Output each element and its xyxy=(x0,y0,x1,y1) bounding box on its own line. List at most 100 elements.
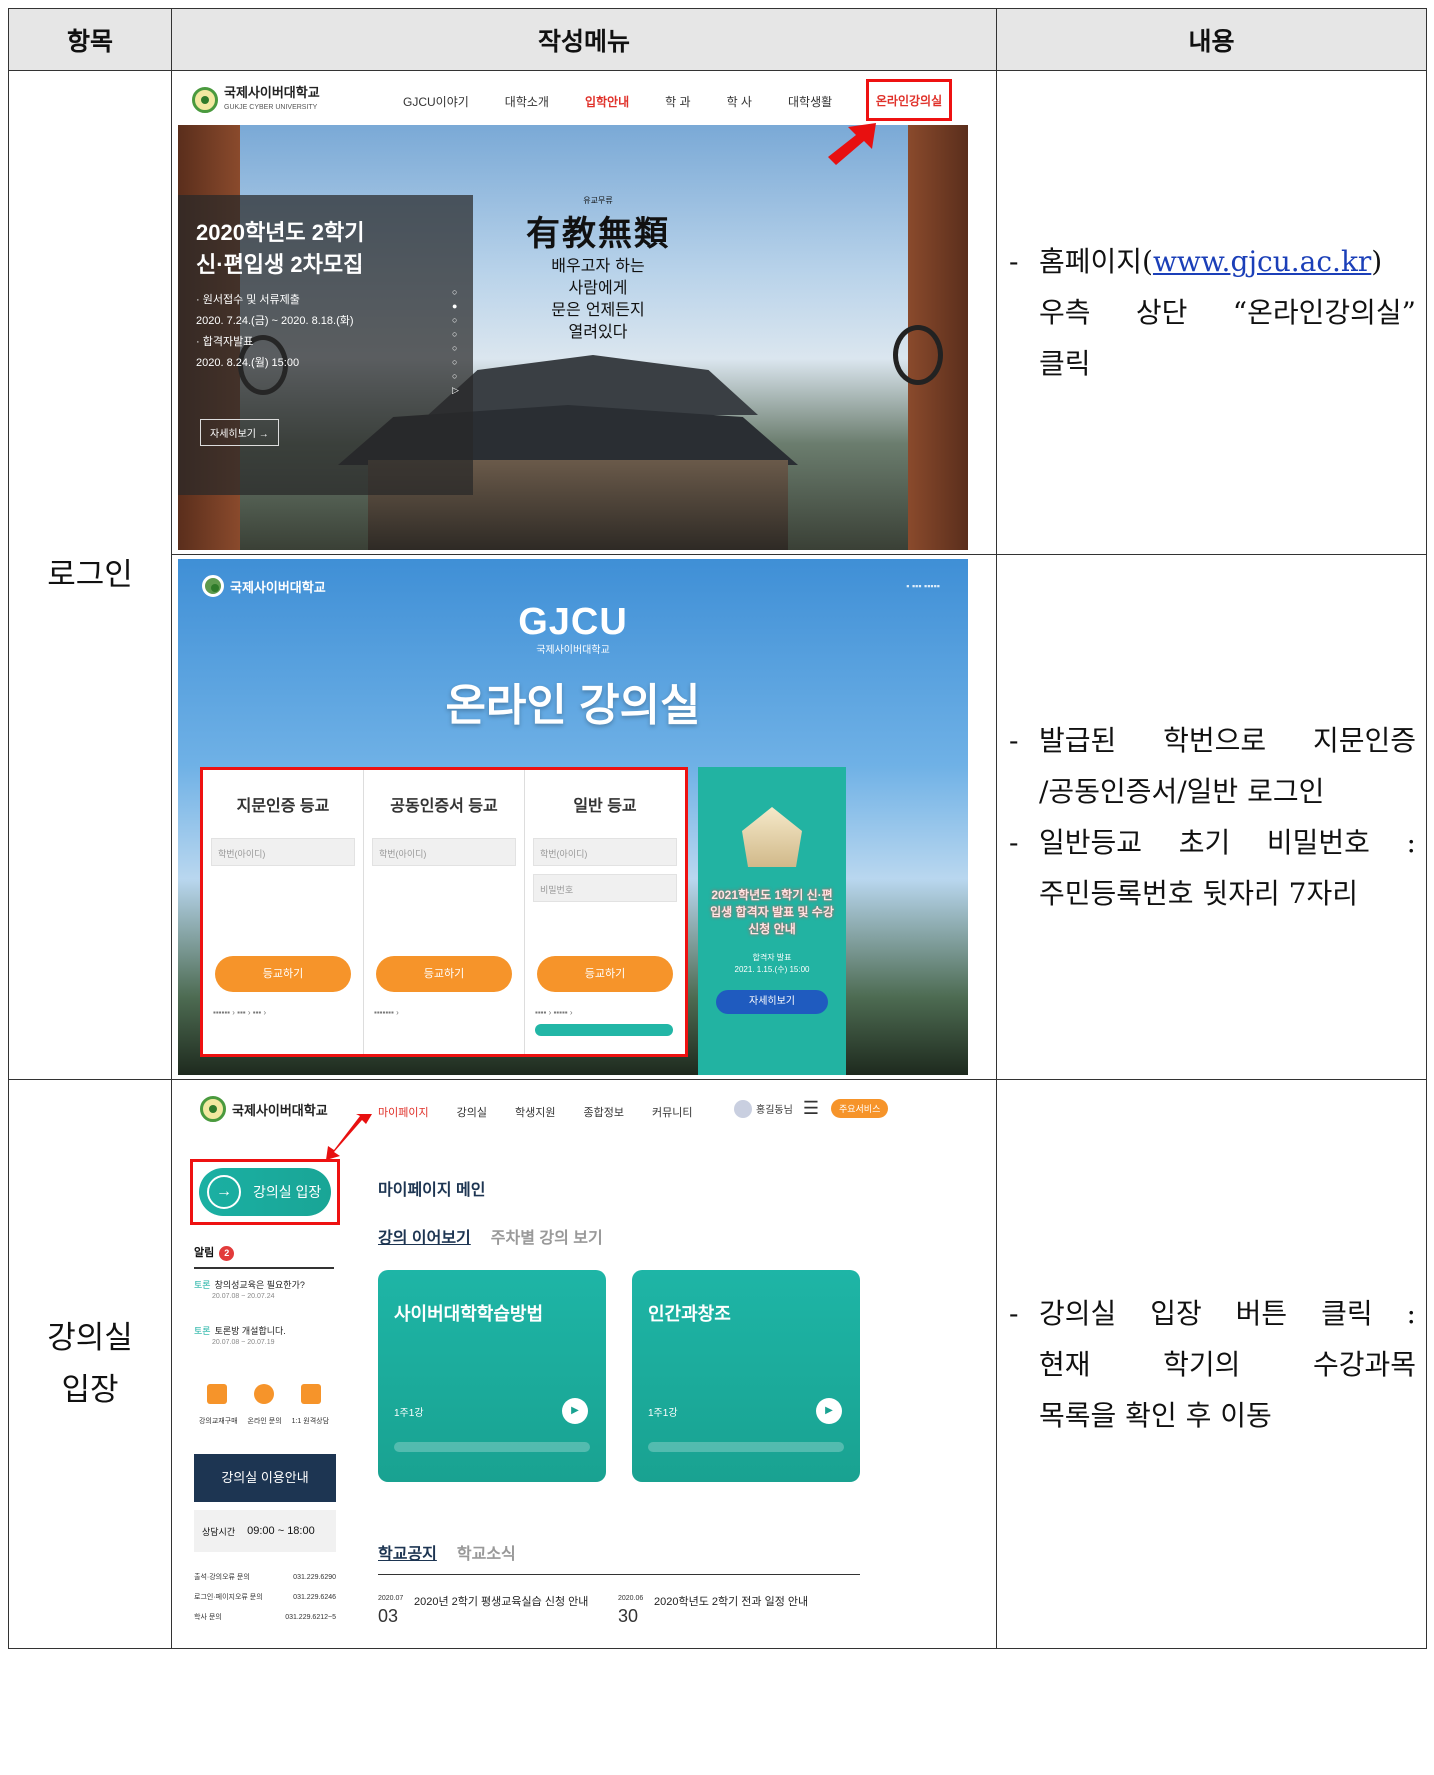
arrow-right-icon: → xyxy=(207,1175,241,1209)
course-name: 인간과창조 xyxy=(648,1304,731,1324)
building-icon xyxy=(742,807,802,867)
id-input[interactable]: 학번(아이디) xyxy=(533,838,677,866)
course-card[interactable]: 사이버대학학습방법 1주1강 ▶ xyxy=(378,1270,606,1482)
seal-icon xyxy=(202,575,224,597)
menu-item[interactable]: 강의실 xyxy=(457,1104,487,1120)
desc-line: 발급된 학번으로 지문인증 xyxy=(1039,724,1416,757)
document: 항목 작성메뉴 내용 로그인 국제사이버대학교 GUKJE CYBER UNIVE… xyxy=(8,8,1427,1775)
seal-icon xyxy=(200,1096,226,1122)
desc-line: /공동인증서/일반 로그인 xyxy=(1039,775,1325,808)
login-button[interactable]: 등교하기 xyxy=(376,956,512,992)
login-button[interactable]: 등교하기 xyxy=(215,956,351,992)
menu-item[interactable]: 학생지원 xyxy=(515,1104,555,1120)
admission-banner: 2020학년도 2학기 신·편입생 2차모집 · 원서접수 및 서류제출 202… xyxy=(178,195,473,495)
notice-tabs: 학교공지 학교소식 xyxy=(378,1540,860,1575)
calligraphy: 유교무류 有教無類 배우고자 하는 사람에게 문은 언제든지 열려있다 xyxy=(518,195,678,343)
category-login: 로그인 xyxy=(8,70,172,1080)
menu-item[interactable]: 입학안내 xyxy=(585,93,629,110)
red-arrow-icon xyxy=(326,1114,372,1160)
callig-line: 열려있다 xyxy=(568,322,628,341)
avatar[interactable] xyxy=(734,1099,752,1118)
login-box: 지문인증 등교 학번(아이디) 등교하기 ▪▪▪▪▪▪ › ▪▪▪ › ▪▪▪ … xyxy=(200,767,688,1057)
notification-item[interactable]: 토론 창의성교육은 필요한가? 20.07.08 ~ 20.07.24 xyxy=(194,1280,334,1302)
book-icon[interactable] xyxy=(207,1384,228,1404)
header-links[interactable]: ▪ ▪▪▪ ▪▪▪▪▪ xyxy=(906,581,940,591)
promo-banner[interactable]: 2021학년도 1학기 신·편입생 합격자 발표 및 수강신청 안내 합격자 발… xyxy=(698,767,846,1075)
progress-bar xyxy=(648,1442,844,1452)
menu-item[interactable]: 학 과 xyxy=(665,93,690,110)
guide-table: 항목 작성메뉴 내용 로그인 국제사이버대학교 GUKJE CYBER UNIVE… xyxy=(8,8,1427,1649)
main-menu: GJCU이야기 대학소개 입학안내 학 과 학 사 대학생활 xyxy=(403,93,868,110)
classroom-guide-button[interactable]: 강의실 이용안내 xyxy=(194,1454,336,1502)
main-menu: 마이페이지 강의실 학생지원 종합정보 커뮤니티 xyxy=(378,1104,720,1120)
user-name[interactable]: 홍길동님 xyxy=(756,1101,793,1116)
login-button[interactable]: 등교하기 xyxy=(537,956,673,992)
more-button[interactable]: 자세히보기 → xyxy=(200,419,279,446)
tab-school-news[interactable]: 학교소식 xyxy=(457,1540,516,1564)
course-week: 1주1강 xyxy=(648,1408,678,1419)
login-row-2: 국제사이버대학교 ▪ ▪▪▪ ▪▪▪▪▪ GJCU 국제사이버대학교 온라인 강… xyxy=(9,554,1427,1080)
banner-line: 2020. 7.24.(금) ~ 2020. 8.18.(화) xyxy=(196,315,354,327)
menu-item[interactable]: 대학생활 xyxy=(788,93,832,110)
tab-weekly[interactable]: 주차별 강의 보기 xyxy=(491,1224,603,1248)
menu-item[interactable]: GJCU이야기 xyxy=(403,93,469,110)
quick-icons xyxy=(194,1384,334,1404)
classroom-row: 강의실 입장 국제사이버대학교 마이페이지 강의실 학생지원 종합정보 커뮤니티 xyxy=(8,1079,1427,1649)
content-cell-classroom: - 강의실 입장 버튼 클릭 : 현재 학기의 수강과목 목록을 확인 후 이동 xyxy=(996,1079,1427,1649)
certificate-login: 공동인증서 등교 학번(아이디) 등교하기 ▪▪▪▪▪▪▪ › xyxy=(364,770,525,1054)
header-menu: 작성메뉴 xyxy=(171,8,997,71)
login-row-1: 로그인 국제사이버대학교 GUKJE CYBER UNIVERSITY GJCU… xyxy=(8,70,1427,1080)
teal-button[interactable] xyxy=(535,1024,673,1036)
id-input[interactable]: 학번(아이디) xyxy=(372,838,516,866)
news-item[interactable]: 2020.07 03 2020년 2학기 평생교육실습 신청 안내 xyxy=(378,1594,604,1628)
menu-item[interactable]: 커뮤니티 xyxy=(652,1104,692,1120)
contacts: 출석·강의오류 문의 031.229.6290 로그인·페이지오류 문의 031.2… xyxy=(194,1568,336,1628)
notification-badge: 2 xyxy=(219,1246,235,1261)
desc-line: 일반등교 초기 비밀번호 : xyxy=(1039,826,1416,859)
menu-item[interactable]: 마이페이지 xyxy=(378,1104,429,1120)
banner-title: 2020학년도 2학기 xyxy=(196,220,365,245)
callig-small: 유교무류 xyxy=(583,196,613,205)
brand: GJCU xyxy=(518,601,628,643)
course-card[interactable]: 인간과창조 1주1강 ▶ xyxy=(632,1270,860,1482)
door-ring-icon xyxy=(893,325,943,385)
promo-button[interactable]: 자세히보기 xyxy=(716,990,828,1014)
password-input[interactable]: 비밀번호 xyxy=(533,874,677,902)
callig-line: 사람에게 xyxy=(568,278,628,297)
promo-date: 합격자 발표 xyxy=(752,953,792,962)
classroom-entry-button[interactable]: → 강의실 입장 xyxy=(199,1168,331,1216)
tab-school-notice[interactable]: 학교공지 xyxy=(378,1540,437,1564)
homepage-link[interactable]: www.gjcu.ac.kr xyxy=(1153,245,1371,278)
callig-big: 有教無類 xyxy=(526,214,670,254)
university-logo[interactable]: 국제사이버대학교 GUKJE CYBER UNIVERSITY xyxy=(192,86,392,114)
university-logo[interactable]: 국제사이버대학교 xyxy=(200,1096,328,1122)
monitor-icon[interactable] xyxy=(300,1384,321,1404)
progress-bar xyxy=(394,1442,590,1452)
play-icon[interactable]: ▶ xyxy=(816,1398,842,1424)
slide-dots[interactable]: ○ ● ○ ○ ○ ○ ○ ▷ xyxy=(452,285,459,397)
menu-item[interactable]: 대학소개 xyxy=(505,93,549,110)
callig-line: 문은 언제든지 xyxy=(551,300,645,319)
desc-line: 목록을 확인 후 이동 xyxy=(1039,1398,1272,1432)
id-input[interactable]: 학번(아이디) xyxy=(211,838,355,866)
screenshot-cell-homepage: 국제사이버대학교 GUKJE CYBER UNIVERSITY GJCU이야기 대… xyxy=(171,70,997,555)
service-button[interactable]: 주요서비스 xyxy=(830,1099,889,1118)
red-arrow-icon xyxy=(828,123,876,165)
notification-item[interactable]: 토론 토론방 개설합니다. 20.07.08 ~ 20.07.19 xyxy=(194,1326,334,1348)
online-classroom-link[interactable]: 온라인강의실 xyxy=(866,79,952,121)
question-icon[interactable] xyxy=(253,1384,274,1404)
menu-item[interactable]: 종합정보 xyxy=(583,1104,623,1120)
hamburger-icon[interactable]: ☰ xyxy=(803,1098,819,1119)
brand-sub: 국제사이버대학교 xyxy=(536,645,610,656)
menu-item[interactable]: 학 사 xyxy=(727,93,752,110)
banner-title: 신·편입생 2차모집 xyxy=(196,252,364,277)
desc-line: 우측 상단 “온라인강의실” xyxy=(1039,296,1416,329)
tab-continue[interactable]: 강의 이어보기 xyxy=(378,1224,471,1248)
play-icon[interactable]: ▶ xyxy=(562,1398,588,1424)
news-item[interactable]: 2020.06 30 2020학년도 2학기 전과 일정 안내 xyxy=(618,1594,844,1628)
quick-labels: 강의교재구매 온라인 문의 1:1 원격상담 xyxy=(198,1418,330,1425)
mypage-screenshot: 국제사이버대학교 마이페이지 강의실 학생지원 종합정보 커뮤니티 홍길동님 ☰… xyxy=(178,1084,968,1644)
general-login: 일반 등교 학번(아이디) 비밀번호 등교하기 ▪▪▪▪ › ▪▪▪▪▪ › xyxy=(525,770,685,1054)
login-header-logo[interactable]: 국제사이버대학교 xyxy=(202,575,326,597)
desc-line: 주민등록번호 뒷자리 7자리 xyxy=(1039,877,1358,910)
